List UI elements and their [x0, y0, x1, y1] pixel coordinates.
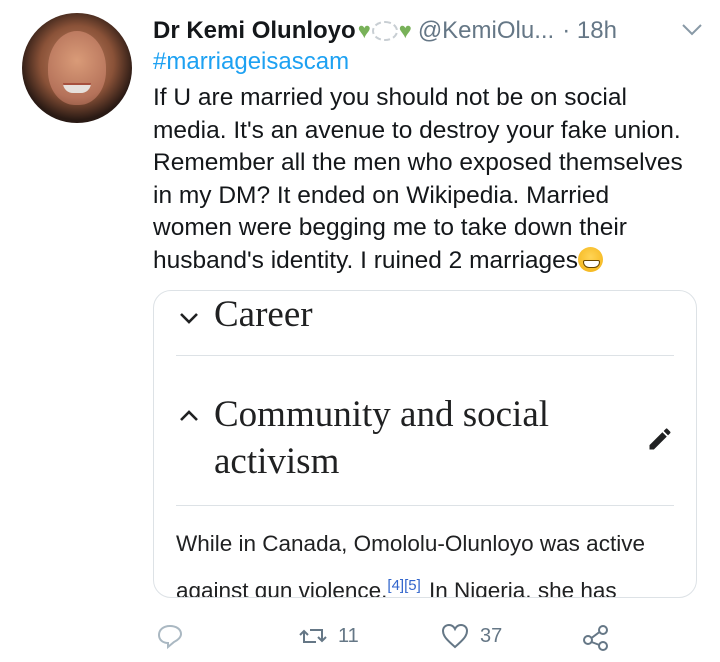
- green-heart-icon: ♥: [398, 18, 412, 43]
- author-avatar[interactable]: [22, 13, 132, 123]
- author-handle[interactable]: @KemiOlu...: [418, 17, 554, 45]
- article-paragraph: While in Canada, Omololu-Olunloyo was ac…: [176, 523, 686, 598]
- hashtag-link[interactable]: #marriageisascam: [153, 48, 349, 76]
- section-title-line: activism: [214, 441, 340, 482]
- retweet-icon: [299, 629, 327, 643]
- like-count: 37: [480, 624, 503, 647]
- paragraph-line: against gun violence.[4][5] In Nigeria, …: [176, 565, 686, 598]
- tweet-line-last: husband's identity. I ruined 2 marriages: [153, 245, 698, 278]
- section-title: Community and social activism: [214, 391, 634, 485]
- retweet-count: 11: [338, 624, 359, 647]
- section-community[interactable]: Community and social activism: [176, 355, 674, 506]
- tweet-line: husband's identity. I ruined 2 marriages: [153, 246, 579, 274]
- paragraph-line: While in Canada, Omololu-Olunloyo was ac…: [176, 531, 645, 556]
- tweet-line: If U are married you should not be on so…: [153, 84, 627, 111]
- paragraph-text: against gun violence.: [176, 578, 388, 598]
- avatar-face: [48, 31, 106, 105]
- tweet-line: Remember all the men who exposed themsel…: [153, 149, 683, 177]
- green-heart-icon: ♥: [357, 18, 371, 43]
- paragraph-text: In Nigeria, she has: [422, 578, 617, 598]
- tweet-timestamp[interactable]: · 18h: [562, 17, 617, 45]
- tweet-line: women were begging me to take down their: [153, 214, 627, 242]
- tweet-line: in my DM? It ended on Wikipedia. Married: [153, 181, 610, 209]
- thought-bubble-icon: [371, 21, 398, 41]
- chevron-down-icon[interactable]: [178, 307, 200, 329]
- share-button[interactable]: [581, 616, 611, 656]
- retweet-button[interactable]: 11: [298, 616, 359, 656]
- author-name[interactable]: Dr Kemi Olunloyo: [153, 17, 356, 45]
- section-career[interactable]: Career: [176, 293, 674, 356]
- tweet-actions: 11 37: [153, 616, 700, 656]
- pencil-edit-icon[interactable]: [646, 425, 674, 453]
- tweet-text: If U are married you should not be on so…: [153, 82, 698, 278]
- heart-icon: [441, 623, 469, 649]
- share-icon: [583, 625, 608, 651]
- attached-image-card[interactable]: Career Community and social activism Whi…: [153, 290, 697, 598]
- chevron-up-icon[interactable]: [178, 405, 200, 427]
- reply-icon: [157, 624, 183, 650]
- section-title: Career: [214, 294, 313, 335]
- grinning-face-icon: [578, 246, 604, 272]
- like-button[interactable]: 37: [440, 616, 502, 656]
- tweet-line: media. It's an avenue to destroy your fa…: [153, 116, 681, 144]
- tweet-header: Dr Kemi Olunloyo ♥ ♥ @KemiOlu... · 18h: [153, 14, 700, 48]
- section-title-line: Community and social: [214, 394, 550, 435]
- citation-refs[interactable]: [4][5]: [387, 577, 420, 594]
- reply-button[interactable]: [155, 616, 195, 656]
- chevron-down-icon[interactable]: [680, 18, 704, 42]
